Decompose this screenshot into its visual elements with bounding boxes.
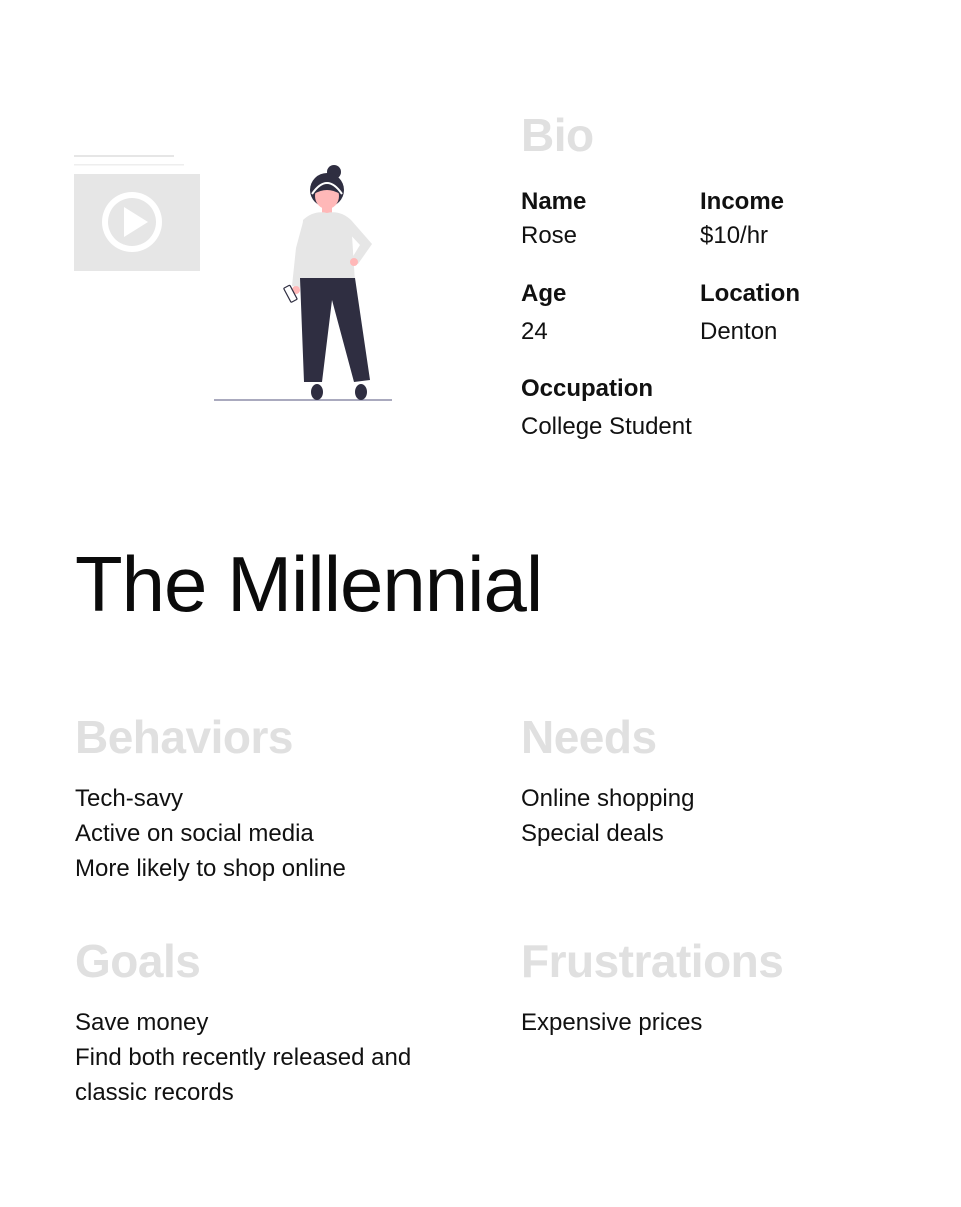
bio-field-location: Location Denton xyxy=(700,282,800,344)
goals-heading: Goals xyxy=(75,935,201,987)
field-label: Name xyxy=(521,188,587,215)
needs-heading: Needs xyxy=(521,711,657,763)
list-item: Active on social media xyxy=(75,820,314,847)
behaviors-heading: Behaviors xyxy=(75,711,293,763)
list-item: Save money xyxy=(75,1009,209,1036)
field-value: Denton xyxy=(700,318,778,345)
list-item: Find both recently released and xyxy=(75,1044,412,1071)
field-value: $10/hr xyxy=(700,222,769,249)
list-item: classic records xyxy=(75,1079,234,1106)
list-item: Expensive prices xyxy=(521,1009,703,1036)
frustrations-heading: Frustrations xyxy=(521,935,784,987)
bio-heading: Bio xyxy=(521,109,594,161)
list-item: More likely to shop online xyxy=(75,855,346,882)
field-label: Age xyxy=(521,280,567,307)
field-value: Rose xyxy=(521,222,578,249)
field-label: Occupation xyxy=(521,375,654,402)
bio-field-name: Name Rose xyxy=(521,190,586,248)
list-item: Online shopping xyxy=(521,785,695,812)
bio-field-age: Age 24 xyxy=(521,282,566,344)
list-item: Tech-savy xyxy=(75,785,184,812)
behaviors-list: Tech-savy Active on social media More li… xyxy=(75,781,346,886)
list-item: Special deals xyxy=(521,820,664,847)
video-card xyxy=(74,155,200,271)
field-label: Location xyxy=(700,280,800,307)
frustrations-list: Expensive prices xyxy=(521,1005,702,1040)
illustration-svg xyxy=(74,155,392,401)
person-figure xyxy=(283,165,372,400)
play-icon xyxy=(102,192,162,252)
field-value: College Student xyxy=(521,413,692,440)
bio-field-income: Income $10/hr xyxy=(700,190,784,248)
field-value: 24 xyxy=(521,318,548,345)
page-title: The Millennial xyxy=(75,540,543,628)
field-label: Income xyxy=(700,188,785,215)
needs-list: Online shopping Special deals xyxy=(521,781,694,851)
bio-field-occupation: Occupation College Student xyxy=(521,377,692,439)
goals-list: Save money Find both recently released a… xyxy=(75,1005,411,1110)
persona-illustration xyxy=(70,150,400,410)
